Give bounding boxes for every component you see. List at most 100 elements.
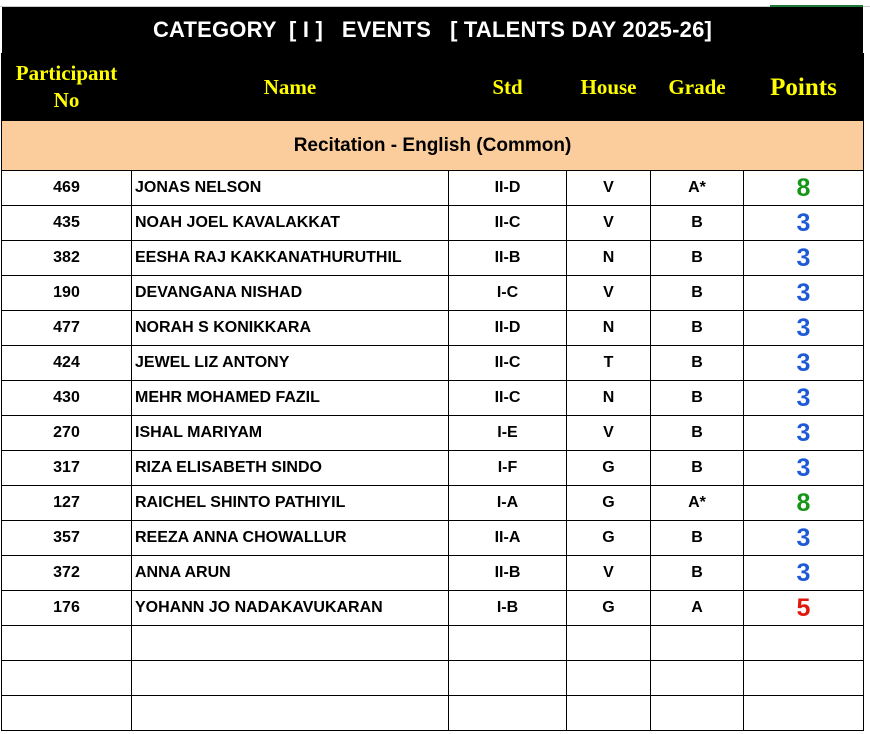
- name-cell[interactable]: ISHAL MARIYAM: [131, 415, 449, 451]
- points-cell[interactable]: 3: [743, 450, 864, 486]
- empty-cell[interactable]: [743, 695, 864, 731]
- participant-no-cell[interactable]: 382: [1, 240, 132, 276]
- participant-no-cell[interactable]: 127: [1, 485, 132, 521]
- points-cell[interactable]: 3: [743, 415, 864, 451]
- grade-cell[interactable]: A*: [650, 485, 744, 521]
- points-cell[interactable]: 3: [743, 345, 864, 381]
- participant-no-cell[interactable]: 317: [1, 450, 132, 486]
- empty-cell[interactable]: [1, 625, 132, 661]
- empty-cell[interactable]: [650, 695, 744, 731]
- name-cell[interactable]: JEWEL LIZ ANTONY: [131, 345, 449, 381]
- house-cell[interactable]: V: [566, 415, 651, 451]
- participant-no-cell[interactable]: 357: [1, 520, 132, 556]
- std-cell[interactable]: II-B: [448, 555, 567, 591]
- points-cell[interactable]: 3: [743, 380, 864, 416]
- name-cell[interactable]: MEHR MOHAMED FAZIL: [131, 380, 449, 416]
- event-name[interactable]: Recitation - English (Common): [1, 120, 864, 171]
- empty-cell[interactable]: [1, 695, 132, 731]
- points-cell[interactable]: 3: [743, 520, 864, 556]
- name-cell[interactable]: RAICHEL SHINTO PATHIYIL: [131, 485, 449, 521]
- empty-cell[interactable]: [448, 625, 567, 661]
- header-participant-no[interactable]: Participant No: [1, 53, 132, 121]
- house-cell[interactable]: V: [566, 275, 651, 311]
- empty-cell[interactable]: [131, 660, 449, 696]
- empty-cell[interactable]: [566, 625, 651, 661]
- name-cell[interactable]: NOAH JOEL KAVALAKKAT: [131, 205, 449, 241]
- empty-cell[interactable]: [743, 625, 864, 661]
- grade-cell[interactable]: B: [650, 240, 744, 276]
- points-cell[interactable]: 8: [743, 170, 864, 206]
- house-cell[interactable]: V: [566, 205, 651, 241]
- house-cell[interactable]: N: [566, 380, 651, 416]
- participant-no-cell[interactable]: 176: [1, 590, 132, 626]
- house-cell[interactable]: G: [566, 520, 651, 556]
- header-grade[interactable]: Grade: [650, 53, 744, 121]
- std-cell[interactable]: I-E: [448, 415, 567, 451]
- name-cell[interactable]: DEVANGANA NISHAD: [131, 275, 449, 311]
- std-cell[interactable]: II-C: [448, 345, 567, 381]
- participant-no-cell[interactable]: 430: [1, 380, 132, 416]
- name-cell[interactable]: RIZA ELISABETH SINDO: [131, 450, 449, 486]
- std-cell[interactable]: I-F: [448, 450, 567, 486]
- participant-no-cell[interactable]: 477: [1, 310, 132, 346]
- empty-cell[interactable]: [1, 660, 132, 696]
- std-cell[interactable]: I-B: [448, 590, 567, 626]
- sheet-title[interactable]: CATEGORY [ I ] EVENTS [ TALENTS DAY 2025…: [2, 7, 863, 53]
- header-name[interactable]: Name: [131, 53, 449, 121]
- points-cell[interactable]: 5: [743, 590, 864, 626]
- empty-cell[interactable]: [650, 660, 744, 696]
- participant-no-cell[interactable]: 424: [1, 345, 132, 381]
- grade-cell[interactable]: B: [650, 205, 744, 241]
- empty-cell[interactable]: [448, 695, 567, 731]
- name-cell[interactable]: REEZA ANNA CHOWALLUR: [131, 520, 449, 556]
- empty-cell[interactable]: [131, 625, 449, 661]
- name-cell[interactable]: YOHANN JO NADAKAVUKARAN: [131, 590, 449, 626]
- participant-no-cell[interactable]: 435: [1, 205, 132, 241]
- empty-cell[interactable]: [448, 660, 567, 696]
- grade-cell[interactable]: B: [650, 380, 744, 416]
- name-cell[interactable]: EESHA RAJ KAKKANATHURUTHIL: [131, 240, 449, 276]
- house-cell[interactable]: G: [566, 450, 651, 486]
- participant-no-cell[interactable]: 469: [1, 170, 132, 206]
- std-cell[interactable]: I-C: [448, 275, 567, 311]
- grade-cell[interactable]: B: [650, 345, 744, 381]
- participant-no-cell[interactable]: 270: [1, 415, 132, 451]
- std-cell[interactable]: II-B: [448, 240, 567, 276]
- grade-cell[interactable]: B: [650, 450, 744, 486]
- std-cell[interactable]: II-A: [448, 520, 567, 556]
- header-points[interactable]: Points: [743, 53, 864, 121]
- empty-cell[interactable]: [566, 660, 651, 696]
- points-cell[interactable]: 3: [743, 310, 864, 346]
- points-cell[interactable]: 3: [743, 205, 864, 241]
- std-cell[interactable]: II-D: [448, 170, 567, 206]
- grade-cell[interactable]: B: [650, 520, 744, 556]
- name-cell[interactable]: ANNA ARUN: [131, 555, 449, 591]
- grade-cell[interactable]: A*: [650, 170, 744, 206]
- header-house[interactable]: House: [566, 53, 651, 121]
- std-cell[interactable]: II-C: [448, 205, 567, 241]
- grade-cell[interactable]: B: [650, 555, 744, 591]
- name-cell[interactable]: NORAH S KONIKKARA: [131, 310, 449, 346]
- house-cell[interactable]: N: [566, 240, 651, 276]
- grade-cell[interactable]: B: [650, 415, 744, 451]
- std-cell[interactable]: II-C: [448, 380, 567, 416]
- empty-cell[interactable]: [743, 660, 864, 696]
- std-cell[interactable]: I-A: [448, 485, 567, 521]
- std-cell[interactable]: II-D: [448, 310, 567, 346]
- participant-no-cell[interactable]: 190: [1, 275, 132, 311]
- points-cell[interactable]: 3: [743, 240, 864, 276]
- header-std[interactable]: Std: [448, 53, 567, 121]
- selected-cell-indicator[interactable]: [770, 0, 863, 7]
- house-cell[interactable]: T: [566, 345, 651, 381]
- points-cell[interactable]: 3: [743, 275, 864, 311]
- empty-cell[interactable]: [131, 695, 449, 731]
- grade-cell[interactable]: A: [650, 590, 744, 626]
- grade-cell[interactable]: B: [650, 310, 744, 346]
- house-cell[interactable]: V: [566, 170, 651, 206]
- grade-cell[interactable]: B: [650, 275, 744, 311]
- points-cell[interactable]: 8: [743, 485, 864, 521]
- empty-cell[interactable]: [566, 695, 651, 731]
- empty-cell[interactable]: [650, 625, 744, 661]
- house-cell[interactable]: G: [566, 590, 651, 626]
- house-cell[interactable]: V: [566, 555, 651, 591]
